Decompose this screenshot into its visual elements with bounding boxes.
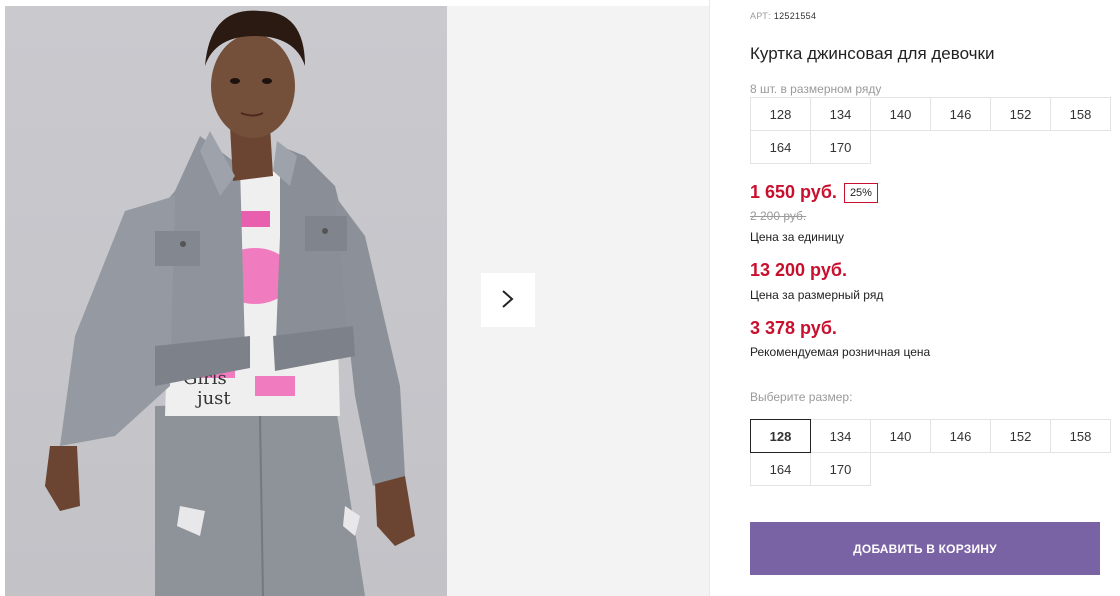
product-page: Girls just АРТ: 12521554 Куртка джинсова… xyxy=(0,0,1120,596)
size-option[interactable]: 164 xyxy=(750,452,811,486)
size-selector: 128 134 140 146 152 158 164 170 xyxy=(750,419,1111,486)
next-image-button[interactable] xyxy=(481,273,535,327)
pack-size: 134 xyxy=(810,97,871,131)
old-price: 2 200 руб. xyxy=(750,209,807,223)
retail-price-label: Рекомендуемая розничная цена xyxy=(750,345,931,359)
retail-price: 3 378 руб. xyxy=(750,318,837,338)
pack-size: 164 xyxy=(750,130,811,164)
chevron-right-icon xyxy=(501,289,515,312)
panel-divider xyxy=(709,0,710,596)
size-option[interactable]: 140 xyxy=(870,419,931,453)
article-label: АРТ: xyxy=(750,11,771,21)
choose-size-label: Выберите размер: xyxy=(750,390,853,404)
pack-size: 128 xyxy=(750,97,811,131)
product-photo: Girls just xyxy=(5,6,447,596)
discount-badge: 25% xyxy=(843,182,878,203)
pack-note: 8 шт. в размерном ряду xyxy=(750,82,882,96)
size-row-price: 13 200 руб. xyxy=(750,260,847,280)
unit-price-label: Цена за единицу xyxy=(750,230,845,244)
product-gallery: Girls just xyxy=(0,0,710,596)
pack-size-grid: 128 134 140 146 152 158 164 170 xyxy=(750,97,1111,164)
size-option[interactable]: 158 xyxy=(1050,419,1111,453)
price-row: 1 650 руб. 25% xyxy=(750,182,878,203)
size-option[interactable]: 146 xyxy=(930,419,991,453)
size-option-selected[interactable]: 128 xyxy=(750,419,811,453)
size-option[interactable]: 170 xyxy=(810,452,871,486)
article-value: 12521554 xyxy=(773,11,817,21)
pack-size: 146 xyxy=(930,97,991,131)
size-option[interactable]: 152 xyxy=(990,419,1051,453)
pack-size: 170 xyxy=(810,130,871,164)
unit-price: 1 650 руб. xyxy=(750,182,837,202)
pack-size: 140 xyxy=(870,97,931,131)
size-row-price-label: Цена за размерный ряд xyxy=(750,288,884,302)
product-title: Куртка джинсовая для девочки xyxy=(750,44,995,63)
pack-size: 152 xyxy=(990,97,1051,131)
article-number: АРТ: 12521554 xyxy=(750,11,816,21)
size-option[interactable]: 134 xyxy=(810,419,871,453)
add-to-cart-button[interactable]: ДОБАВИТЬ В КОРЗИНУ xyxy=(750,522,1100,575)
pack-size: 158 xyxy=(1050,97,1111,131)
svg-text:just: just xyxy=(195,388,231,409)
